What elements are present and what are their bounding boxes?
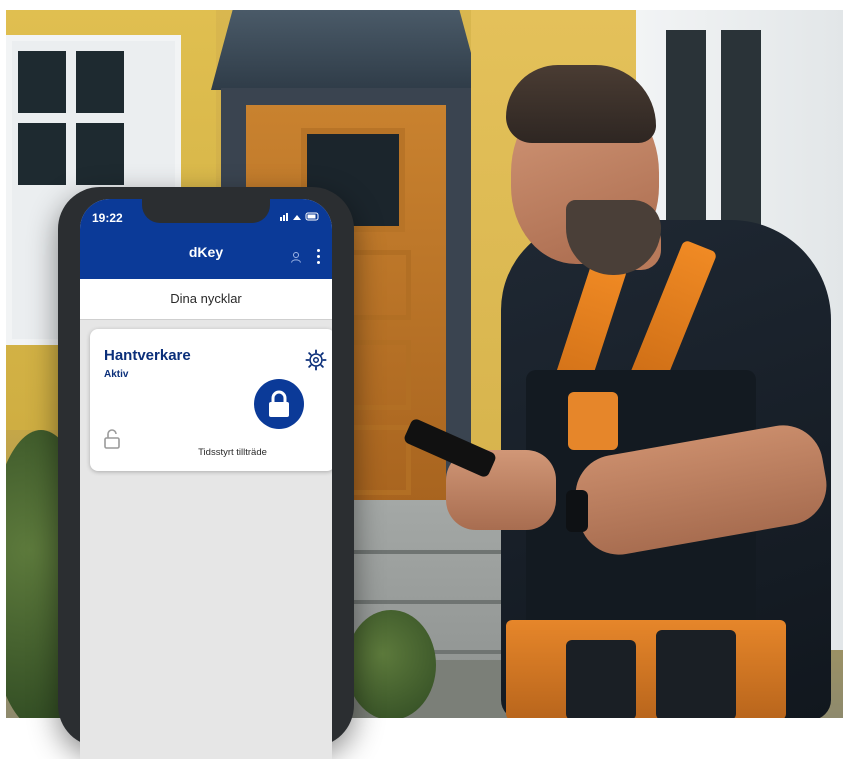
section-title: Dina nycklar [170, 291, 242, 306]
key-name: Hantverkare [104, 347, 191, 364]
tool-pouch [656, 630, 736, 718]
access-type: Tidsstyrt tillträde [198, 447, 267, 458]
key-status: Aktiv [104, 369, 129, 380]
unlock-button[interactable] [254, 379, 304, 429]
porch-roof [211, 10, 481, 90]
wristwatch [566, 490, 588, 532]
account-icon[interactable] [290, 251, 302, 263]
key-card[interactable]: Hantverkare Aktiv Tidsstyrt tillträde [90, 329, 332, 471]
phone-notch [142, 199, 270, 223]
status-bar: 19:22 [80, 199, 332, 229]
tool-belt [506, 620, 786, 718]
padlock-icon [269, 390, 289, 417]
signal-wifi-battery-icon [280, 212, 319, 221]
open-lock-icon [104, 429, 120, 449]
status-icons [280, 211, 320, 224]
chest-pocket [568, 392, 618, 450]
gear-icon[interactable] [305, 349, 327, 371]
more-vertical-icon[interactable] [316, 249, 320, 265]
status-time: 19:22 [92, 211, 123, 225]
app-bar: dKey [80, 229, 332, 279]
phone-mockup: 19:22 dKey Dina nycklar Hantverkare Akti… [58, 187, 354, 759]
bush [346, 610, 436, 718]
tool-pouch [566, 640, 636, 718]
keys-section-header: Dina nycklar [80, 279, 332, 320]
phone-screen: 19:22 dKey Dina nycklar Hantverkare Akti… [80, 199, 332, 759]
